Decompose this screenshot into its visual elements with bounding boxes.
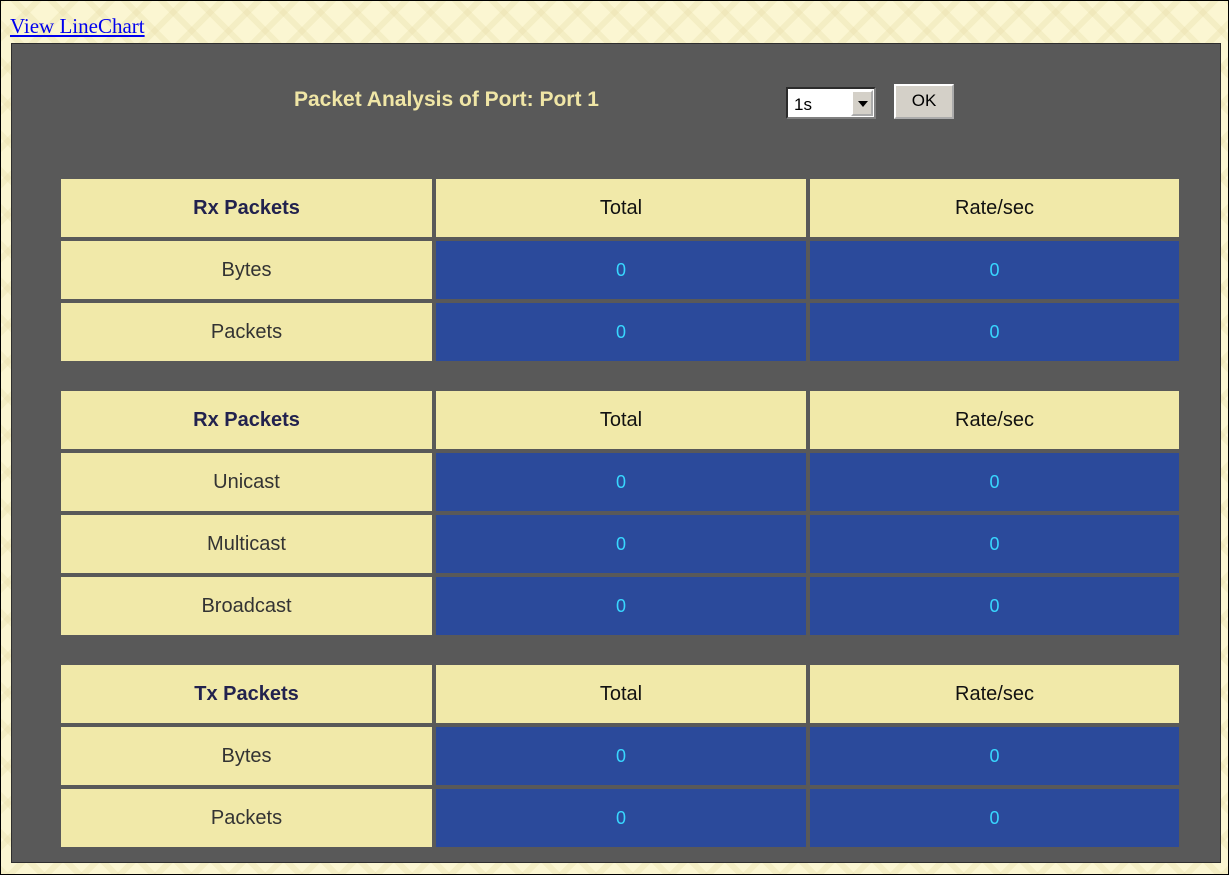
panel-header: Packet Analysis of Port: Port 1 1s OK: [12, 77, 1220, 119]
column-header: Total: [436, 179, 806, 237]
panel-title: Packet Analysis of Port: Port 1: [294, 88, 599, 111]
table-row: Bytes 0 0: [61, 727, 1179, 785]
total-value: 0: [436, 789, 806, 847]
row-label: Packets: [61, 789, 432, 847]
column-header: Tx Packets: [61, 665, 432, 723]
total-value: 0: [436, 241, 806, 299]
total-value: 0: [436, 453, 806, 511]
interval-select[interactable]: 1s: [786, 87, 876, 119]
ok-button[interactable]: OK: [894, 84, 954, 119]
table-row: Bytes 0 0: [61, 241, 1179, 299]
table-row: Packets 0 0: [61, 789, 1179, 847]
column-header: Rate/sec: [810, 179, 1179, 237]
interval-select-value: 1s: [794, 95, 812, 114]
total-value: 0: [436, 577, 806, 635]
rx-cast-table: Rx Packets Total Rate/sec Unicast 0 0 Mu…: [61, 391, 1179, 635]
row-label: Bytes: [61, 727, 432, 785]
column-header: Total: [436, 391, 806, 449]
row-label: Multicast: [61, 515, 432, 573]
column-header: Rx Packets: [61, 179, 432, 237]
chevron-down-icon[interactable]: [851, 90, 873, 116]
column-header: Rate/sec: [810, 665, 1179, 723]
total-value: 0: [436, 303, 806, 361]
row-label: Packets: [61, 303, 432, 361]
total-value: 0: [436, 515, 806, 573]
table-header-row: Tx Packets Total Rate/sec: [61, 665, 1179, 723]
row-label: Unicast: [61, 453, 432, 511]
row-label: Broadcast: [61, 577, 432, 635]
column-header: Total: [436, 665, 806, 723]
total-value: 0: [436, 727, 806, 785]
page-frame: View LineChart Packet Analysis of Port: …: [0, 0, 1229, 875]
rate-value: 0: [810, 241, 1179, 299]
rate-value: 0: [810, 303, 1179, 361]
rate-value: 0: [810, 727, 1179, 785]
row-label: Bytes: [61, 241, 432, 299]
table-row: Multicast 0 0: [61, 515, 1179, 573]
table-header-row: Rx Packets Total Rate/sec: [61, 179, 1179, 237]
rate-value: 0: [810, 515, 1179, 573]
table-header-row: Rx Packets Total Rate/sec: [61, 391, 1179, 449]
rate-value: 0: [810, 789, 1179, 847]
column-header: Rate/sec: [810, 391, 1179, 449]
table-row: Broadcast 0 0: [61, 577, 1179, 635]
rx-bytes-table: Rx Packets Total Rate/sec Bytes 0 0 Pack…: [61, 179, 1179, 361]
rate-value: 0: [810, 453, 1179, 511]
stats-tables: Rx Packets Total Rate/sec Bytes 0 0 Pack…: [61, 179, 1179, 851]
rate-value: 0: [810, 577, 1179, 635]
table-row: Packets 0 0: [61, 303, 1179, 361]
table-row: Unicast 0 0: [61, 453, 1179, 511]
tx-bytes-table: Tx Packets Total Rate/sec Bytes 0 0 Pack…: [61, 665, 1179, 847]
column-header: Rx Packets: [61, 391, 432, 449]
packet-analysis-panel: Packet Analysis of Port: Port 1 1s OK Rx…: [11, 43, 1221, 863]
view-linechart-link[interactable]: View LineChart: [10, 14, 145, 39]
